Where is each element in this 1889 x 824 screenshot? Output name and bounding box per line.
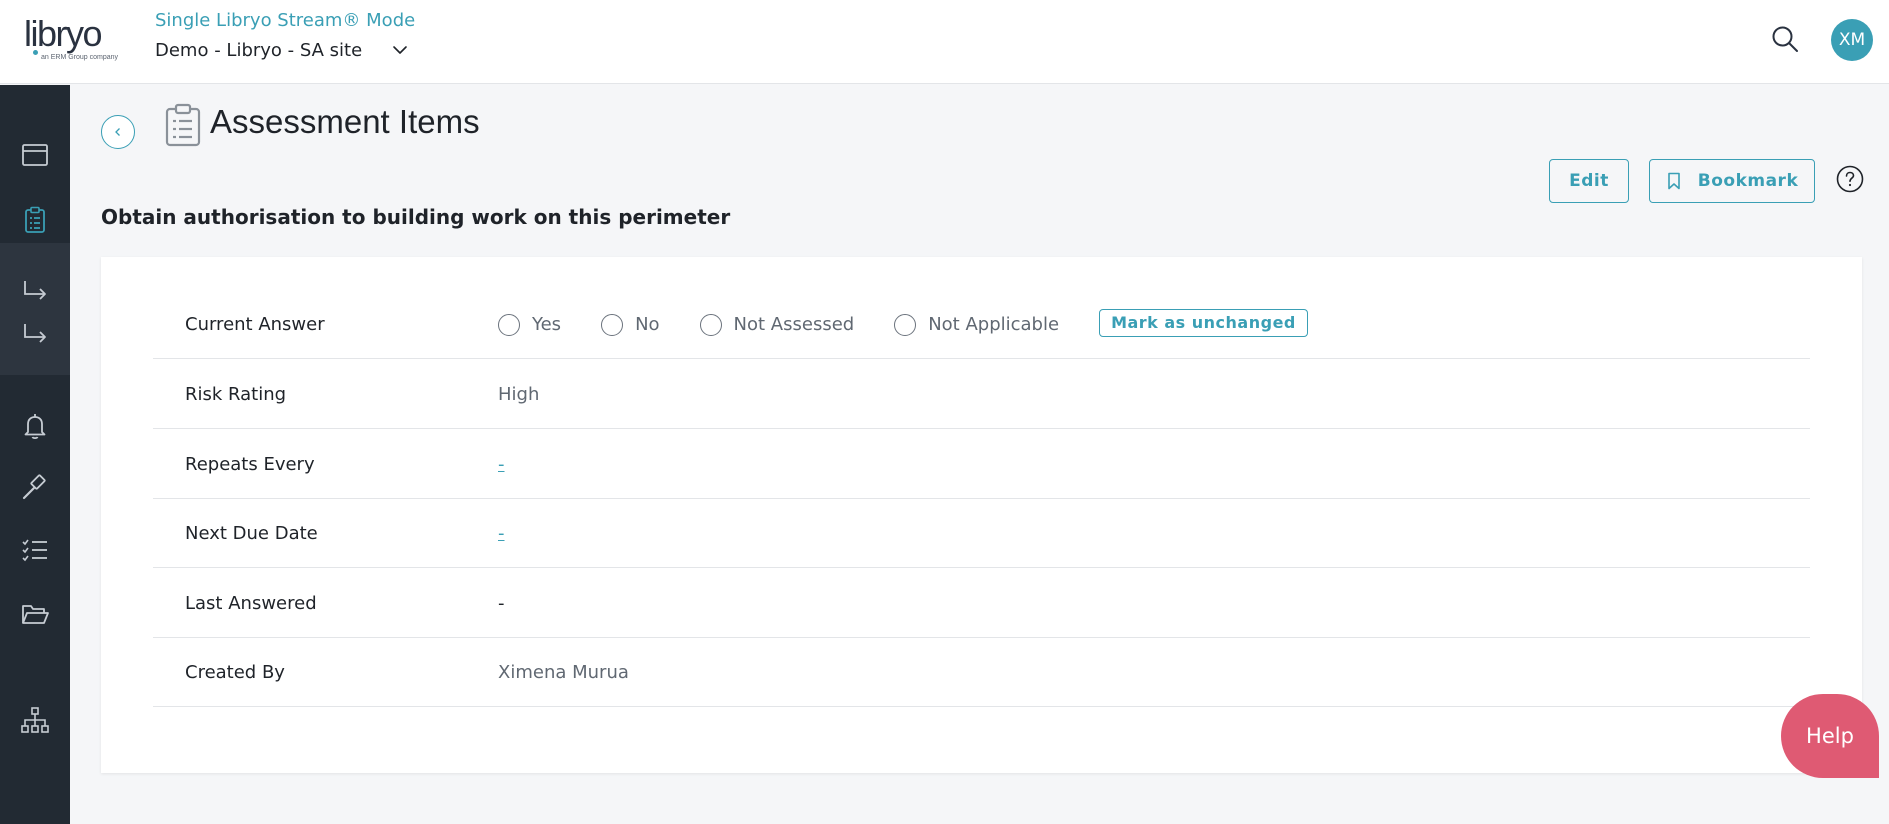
sidebar-item-obligations[interactable] xyxy=(0,305,70,361)
answer-option-yes[interactable]: Yes xyxy=(498,313,562,336)
bookmark-icon xyxy=(1667,172,1680,190)
hierarchy-icon xyxy=(21,707,49,733)
last-answered-label: Last Answered xyxy=(185,593,317,614)
created-by-value: Ximena Murua xyxy=(498,662,629,683)
gavel-icon xyxy=(22,474,46,500)
radio-button[interactable] xyxy=(498,313,520,336)
mode-title: Single Libryo Stream® Mode xyxy=(155,10,416,31)
search-icon[interactable] xyxy=(1770,24,1800,54)
stream-selector[interactable]: Demo - Libryo - SA site xyxy=(155,37,408,63)
sidebar-item-tasks[interactable] xyxy=(0,522,70,578)
page-title: Assessment Items xyxy=(210,103,480,140)
next-due-date-label: Next Due Date xyxy=(185,523,318,544)
clipboard-icon xyxy=(165,103,201,147)
next-due-date-link[interactable]: - xyxy=(498,523,505,544)
sidebar-item-legal[interactable] xyxy=(0,459,70,515)
main-content: Assessment Items Edit Bookmark Obtain au… xyxy=(70,85,1889,824)
sidebar-item-calendar[interactable] xyxy=(0,127,70,183)
bookmark-button[interactable]: Bookmark xyxy=(1649,159,1815,203)
arrow-right-turn-icon xyxy=(24,324,46,343)
sidebar-item-organisation[interactable] xyxy=(0,692,70,748)
checklist-icon xyxy=(22,539,47,562)
stream-name: Demo - Libryo - SA site xyxy=(155,39,363,61)
answer-no-label: No xyxy=(635,314,660,335)
calendar-icon xyxy=(22,144,48,166)
logo-text: libryo xyxy=(24,13,103,54)
user-avatar[interactable]: XM xyxy=(1831,19,1873,61)
last-answered-row: Last Answered - xyxy=(153,569,1810,638)
answer-option-not-assessed[interactable]: Not Assessed xyxy=(699,313,855,336)
repeats-every-link[interactable]: - xyxy=(498,454,505,475)
edit-button[interactable]: Edit xyxy=(1549,159,1629,203)
radio-button[interactable] xyxy=(601,313,624,336)
risk-rating-label: Risk Rating xyxy=(185,384,287,405)
edit-button-label: Edit xyxy=(1569,171,1609,191)
sidebar xyxy=(0,85,70,824)
chevron-left-icon xyxy=(115,128,120,136)
repeats-every-label: Repeats Every xyxy=(185,454,315,475)
sidebar-item-notifications[interactable] xyxy=(0,398,70,454)
libryo-logo[interactable]: libryo an ERM Group company xyxy=(24,14,124,66)
repeats-every-row: Repeats Every - xyxy=(153,430,1810,499)
risk-rating-row: Risk Rating High xyxy=(153,360,1810,429)
answer-option-no[interactable]: No xyxy=(601,313,660,336)
last-answered-value: - xyxy=(498,593,505,614)
created-by-label: Created By xyxy=(185,662,285,683)
top-bar: libryo an ERM Group company Single Libry… xyxy=(0,0,1889,84)
answer-not-applicable-label: Not Applicable xyxy=(928,314,1060,335)
mark-as-unchanged-button[interactable]: Mark as unchanged xyxy=(1099,308,1308,337)
radio-button[interactable] xyxy=(894,313,917,336)
answer-not-assessed-label: Not Assessed xyxy=(733,314,855,335)
current-answer-label: Current Answer xyxy=(185,314,325,335)
folder-icon xyxy=(22,605,49,624)
risk-rating-value: High xyxy=(498,384,540,405)
back-button[interactable] xyxy=(101,115,135,149)
arrow-right-turn-icon xyxy=(24,281,46,300)
answer-option-not-applicable[interactable]: Not Applicable xyxy=(894,313,1060,336)
sidebar-item-documents[interactable] xyxy=(0,586,70,642)
current-answer-row: Current Answer Yes No Not Assessed Not A… xyxy=(153,290,1810,359)
answer-options: Yes No Not Assessed Not Applicable Mark … xyxy=(498,290,1308,359)
next-due-date-row: Next Due Date - xyxy=(153,499,1810,568)
chevron-down-icon xyxy=(393,46,407,54)
help-widget-button[interactable]: Help xyxy=(1781,694,1879,778)
answer-yes-label: Yes xyxy=(532,314,562,335)
sidebar-item-assessments[interactable] xyxy=(0,192,70,248)
assessment-item-heading: Obtain authorisation to building work on… xyxy=(101,205,731,229)
bell-icon xyxy=(24,414,46,440)
details-card: Current Answer Yes No Not Assessed Not A… xyxy=(101,257,1862,773)
radio-button[interactable] xyxy=(699,313,722,336)
logo-dot xyxy=(33,50,38,55)
clipboard-icon xyxy=(25,206,45,233)
logo-subtext: an ERM Group company xyxy=(41,54,119,61)
bookmark-button-label: Bookmark xyxy=(1697,171,1799,191)
created-by-row: Created By Ximena Murua xyxy=(153,638,1810,707)
question-circle-icon[interactable] xyxy=(1836,165,1864,193)
